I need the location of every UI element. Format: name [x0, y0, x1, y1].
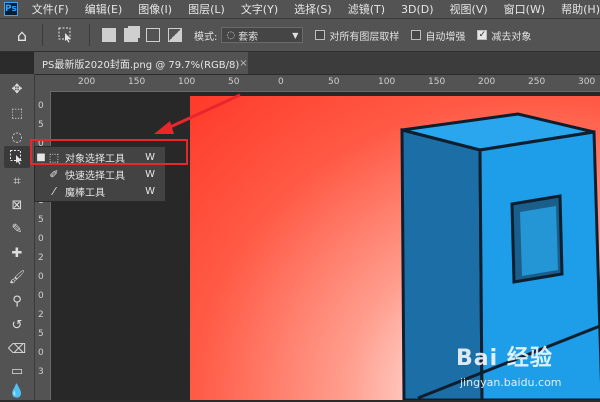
add-to-selection-icon[interactable]	[124, 28, 138, 42]
menu-layer[interactable]: 图层(L)	[180, 1, 233, 17]
flyout-item-shortcut: W	[145, 168, 155, 180]
document-tab[interactable]: PS最新版2020封面.png @ 79.7%(RGB/8) ×	[34, 52, 248, 74]
menu-filter[interactable]: 滤镜(T)	[340, 1, 393, 17]
sample-all-layers-checkbox[interactable]: 对所有图层取样	[315, 28, 399, 43]
lasso-tool-icon[interactable]: ◌	[4, 126, 30, 148]
flyout-item-shortcut: W	[145, 185, 155, 197]
quick-selection-brush-icon: ✐	[49, 167, 59, 181]
photoshop-logo: Ps	[4, 2, 18, 16]
flyout-item-magic-wand[interactable]: ⁄ 魔棒工具 W	[35, 182, 165, 200]
intersect-selection-icon[interactable]	[168, 28, 182, 42]
ruler-tick-label: 0	[278, 77, 284, 87]
ruler-tick-label: 300	[578, 77, 596, 87]
ruler-tick-label: 250	[528, 77, 546, 87]
crop-tool-icon[interactable]: ⌗	[4, 170, 30, 192]
lasso-icon: ◌	[226, 29, 236, 41]
menu-select[interactable]: 选择(S)	[286, 1, 340, 17]
subtract-object-label: 减去对象	[491, 31, 532, 43]
mode-select[interactable]: ◌ 套索 ▼	[221, 27, 304, 43]
ruler-tick-label: 0	[38, 348, 44, 358]
mode-value: 套索	[238, 31, 259, 43]
auto-enhance-checkbox[interactable]: 自动增强	[411, 28, 465, 43]
clone-stamp-tool-icon[interactable]: ⚲	[4, 290, 30, 312]
annotation-highlight-box	[30, 139, 188, 165]
object-selection-tool-icon[interactable]	[4, 146, 30, 168]
menu-edit[interactable]: 编辑(E)	[77, 1, 131, 17]
menu-3d[interactable]: 3D(D)	[393, 3, 442, 16]
document-tab-bar: PS最新版2020封面.png @ 79.7%(RGB/8) ×	[34, 52, 600, 74]
object-selection-icon	[10, 150, 22, 165]
document-title: PS最新版2020封面.png @ 79.7%(RGB/8)	[42, 59, 240, 71]
baidu-jingyan-watermark: Bai 经验 jingyan.baidu.com	[456, 340, 596, 398]
flyout-item-label: 快速选择工具	[65, 170, 125, 182]
close-icon[interactable]: ×	[239, 58, 247, 69]
ruler-tick-label: 5	[38, 215, 44, 225]
ruler-tick-label: 200	[78, 77, 96, 87]
menu-view[interactable]: 视图(V)	[442, 1, 496, 17]
move-tool-icon[interactable]: ✥	[4, 78, 30, 100]
menu-window[interactable]: 窗口(W)	[496, 1, 553, 17]
ruler-tick-label: 150	[428, 77, 446, 87]
eyedropper-tool-icon[interactable]: ✎	[4, 218, 30, 240]
ruler-tick-label: 50	[328, 77, 340, 87]
chevron-down-icon: ▼	[292, 30, 299, 40]
options-bar: ⌂ 模式: ◌ 套索 ▼ 对所有图层取样 自动增强 ✓ 减去对象	[0, 19, 600, 52]
checkbox-box	[411, 30, 422, 40]
ruler-vertical: 050101502002503	[34, 91, 51, 400]
checkbox-box	[315, 30, 326, 40]
gradient-tool-icon[interactable]: ▭	[4, 360, 30, 382]
watermark-main: Bai 经验	[456, 346, 553, 371]
ruler-tick-label: 5	[38, 120, 44, 130]
watermark-sub: jingyan.baidu.com	[460, 376, 562, 389]
ruler-tick-label: 3	[38, 367, 44, 377]
ruler-tick-label: 150	[128, 77, 146, 87]
home-icon[interactable]: ⌂	[10, 23, 34, 47]
object-selection-icon	[58, 27, 71, 43]
brush-tool-icon[interactable]: 🖌	[4, 266, 30, 288]
history-brush-tool-icon[interactable]: ↺	[4, 314, 30, 336]
subtract-from-selection-icon[interactable]	[146, 28, 160, 42]
frame-tool-icon[interactable]: ⊠	[4, 194, 30, 216]
subtract-object-checkbox[interactable]: ✓ 减去对象	[477, 28, 531, 43]
mode-label: 模式:	[194, 31, 218, 43]
auto-enhance-label: 自动增强	[425, 31, 466, 43]
tool-preset-picker-icon[interactable]	[51, 23, 81, 47]
ruler-tick-label: 50	[228, 77, 240, 87]
ruler-tick-label: 0	[38, 291, 44, 301]
ruler-tick-label: 100	[178, 77, 196, 87]
healing-brush-tool-icon[interactable]: ✚	[4, 242, 30, 264]
marquee-tool-icon[interactable]: ⬚	[4, 102, 30, 124]
sample-all-layers-label: 对所有图层取样	[329, 31, 400, 43]
ruler-horizontal: 200 150 100 50 0 50 100 150 200 250 300	[34, 75, 600, 92]
flyout-item-quick-selection[interactable]: ✐ 快速选择工具 W	[35, 165, 165, 183]
ruler-tick-label: 0	[38, 272, 44, 282]
ruler-tick-label: 200	[478, 77, 496, 87]
checkbox-checked: ✓	[477, 30, 488, 40]
ruler-tick-label: 100	[378, 77, 396, 87]
eraser-tool-icon[interactable]: ⌫	[4, 338, 30, 360]
tools-panel: ✥ ⬚ ◌ ⌗ ⊠ ✎ ✚ 🖌 ⚲ ↺ ⌫ ▭ 💧	[0, 74, 35, 400]
ruler-tick-label: 5	[38, 329, 44, 339]
menu-image[interactable]: 图像(I)	[130, 1, 180, 17]
ruler-tick-label: 2	[38, 253, 44, 263]
blur-tool-icon[interactable]: 💧	[4, 380, 30, 402]
divider	[42, 24, 43, 46]
flyout-item-label: 魔棒工具	[65, 187, 105, 199]
divider	[89, 24, 90, 46]
magic-wand-icon: ⁄	[53, 184, 55, 198]
menu-type[interactable]: 文字(Y)	[233, 1, 286, 17]
ruler-tick-label: 0	[38, 234, 44, 244]
ruler-tick-label: 2	[38, 310, 44, 320]
menu-bar: Ps 文件(F) 编辑(E) 图像(I) 图层(L) 文字(Y) 选择(S) 滤…	[0, 0, 600, 19]
ruler-tick-label: 0	[38, 101, 44, 111]
menu-help[interactable]: 帮助(H)	[553, 1, 600, 17]
new-selection-icon[interactable]	[102, 28, 116, 42]
menu-file[interactable]: 文件(F)	[24, 1, 77, 17]
